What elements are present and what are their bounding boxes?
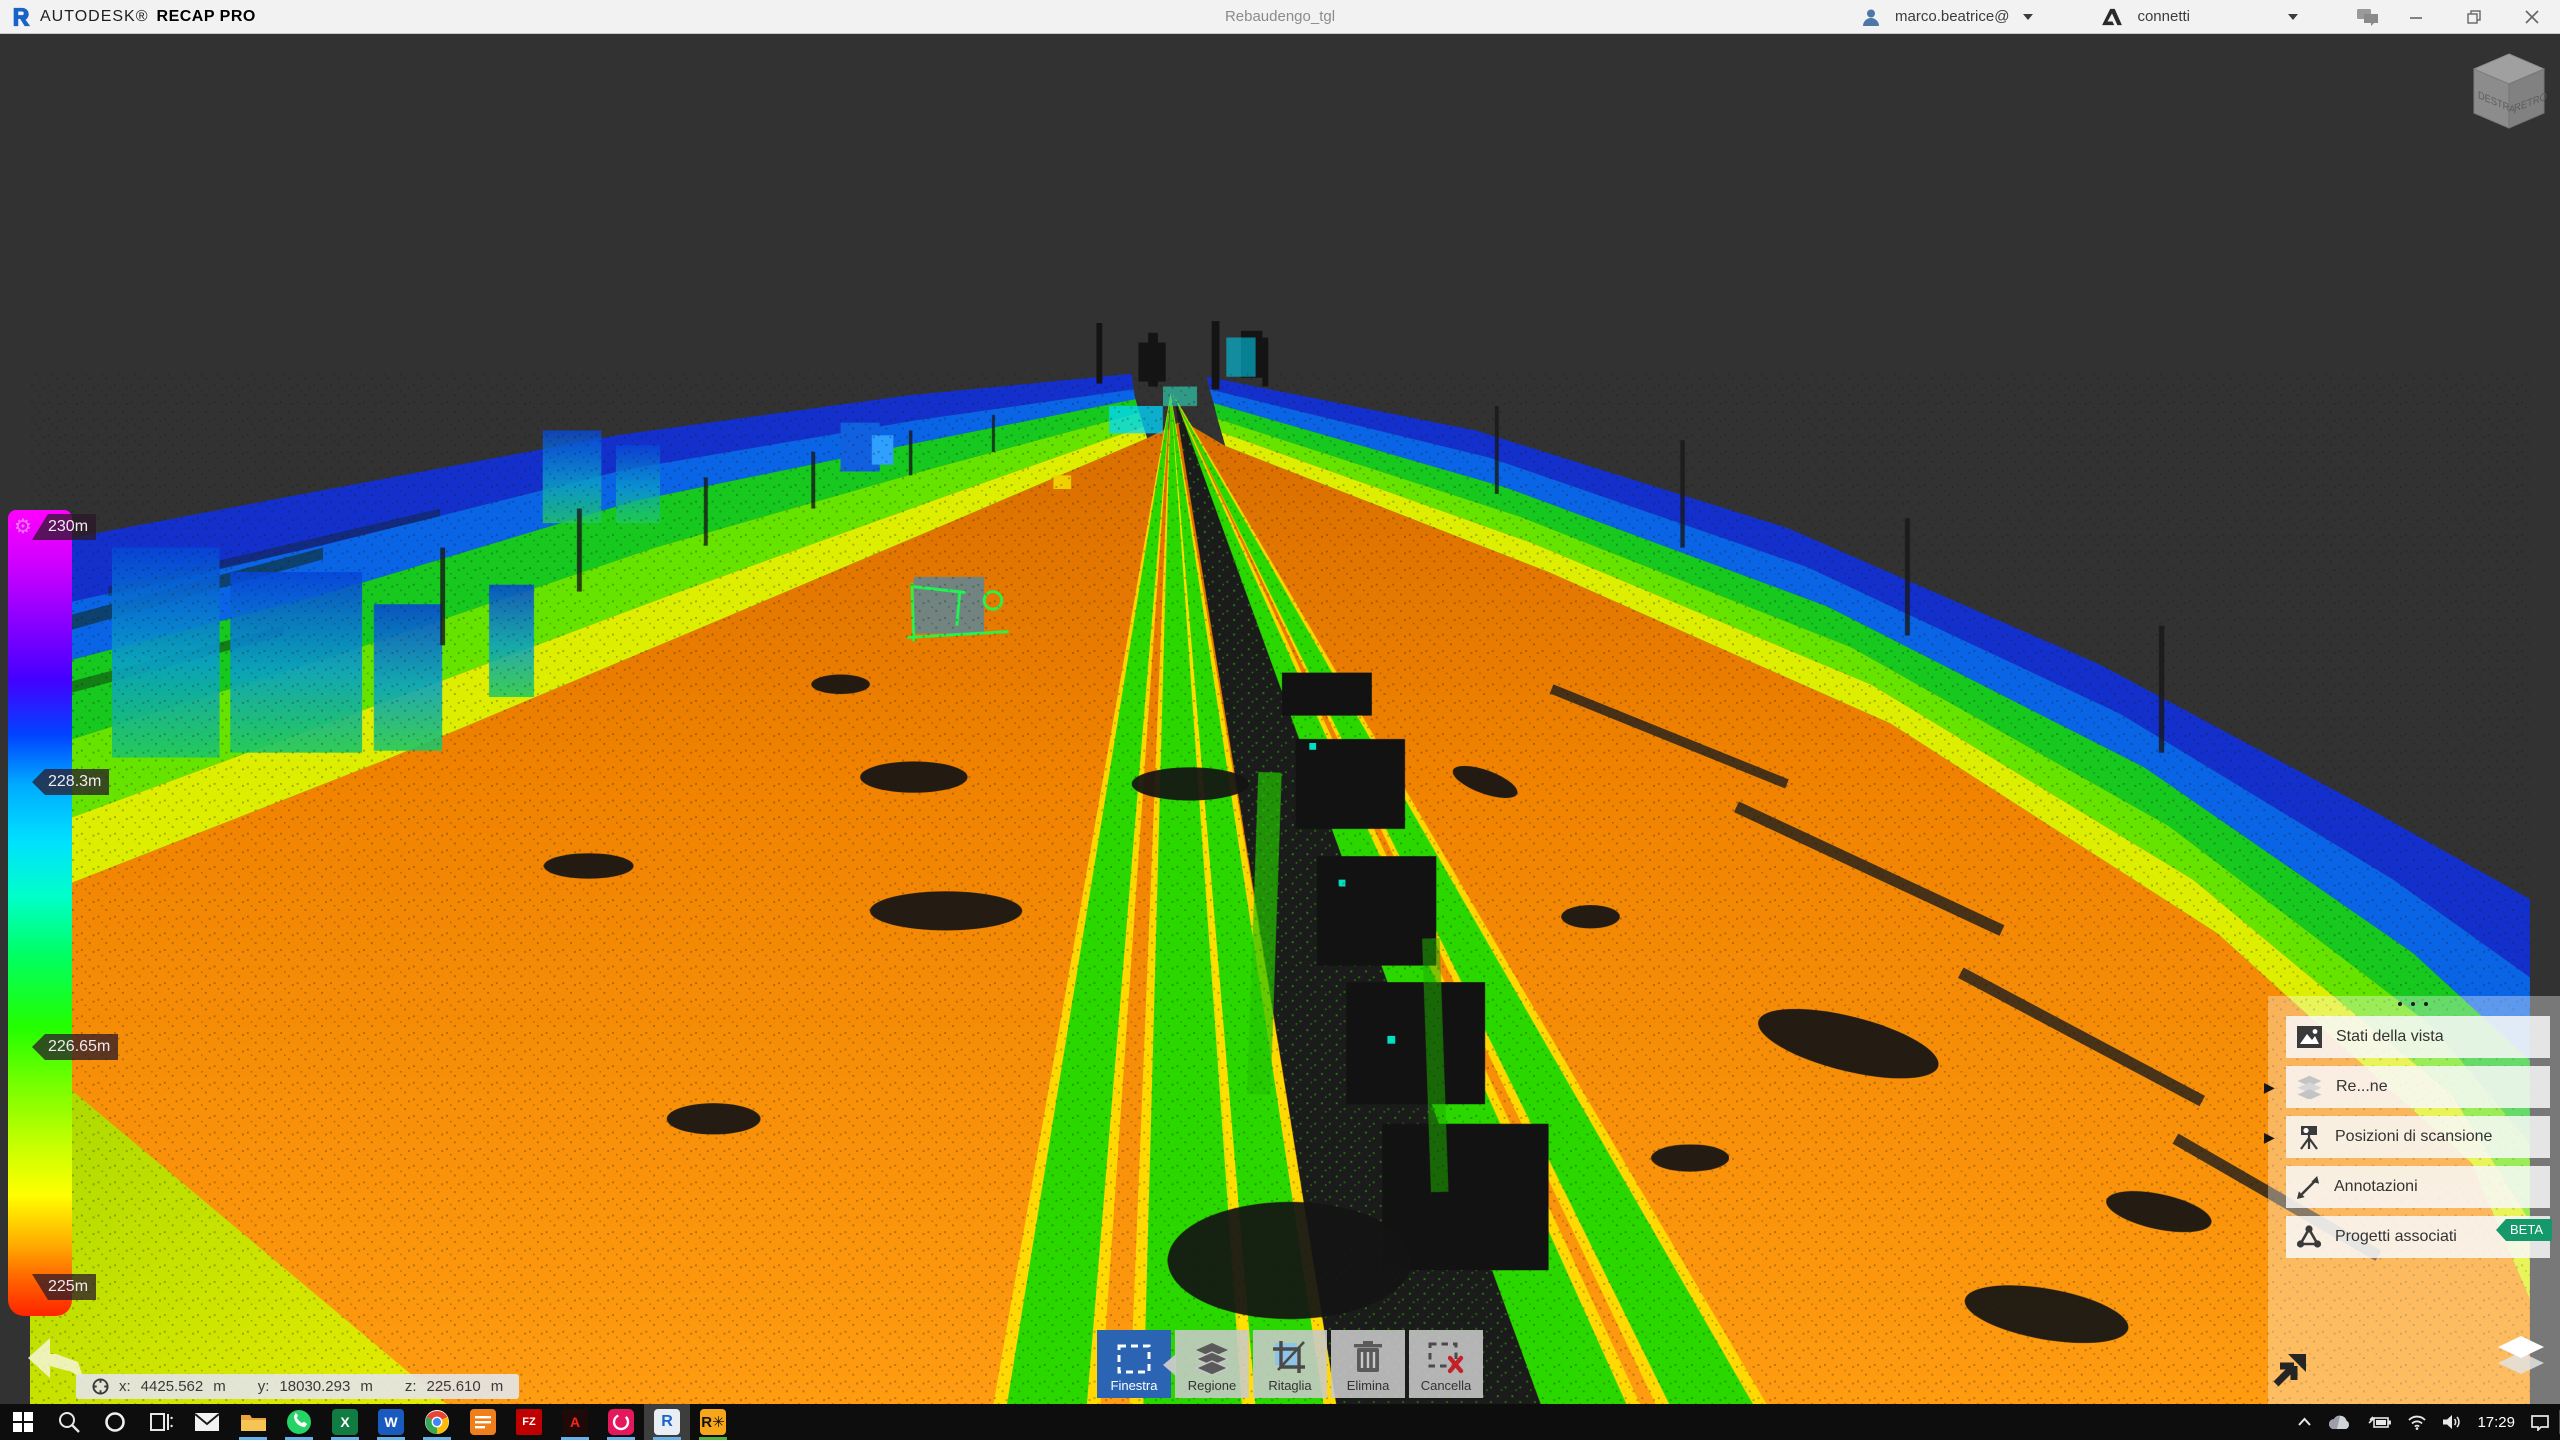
elevation-scale-bar[interactable]: ⚙ 230m 228.3m 226.65m 225m	[8, 510, 72, 1316]
restore-button[interactable]	[2452, 0, 2496, 33]
battery-icon[interactable]	[2366, 1415, 2392, 1430]
onedrive-icon[interactable]	[2327, 1414, 2351, 1430]
scale-handle-lower[interactable]: 226.65m	[32, 1034, 118, 1060]
viewport-3d[interactable]	[0, 33, 2560, 1404]
layers-widget-button[interactable]	[2494, 1332, 2548, 1380]
scale-settings-gear-icon[interactable]: ⚙	[14, 514, 32, 539]
beta-badge: BETA	[2496, 1219, 2552, 1241]
layers-icon	[1194, 1342, 1230, 1374]
compass-coords-icon	[92, 1378, 109, 1395]
connect-dropdown-caret[interactable]	[2288, 14, 2298, 20]
y-value: 18030.293	[279, 1378, 350, 1395]
windows-taskbar: X W FZ A R R✳ 17:29	[0, 1404, 2560, 1440]
panel-item-scan-locations[interactable]: ▶ Posizioni di scansione	[2286, 1116, 2550, 1158]
scale-label-bottom: 225m	[32, 1274, 96, 1300]
task-view-button[interactable]	[138, 1404, 184, 1440]
point-cloud-render	[0, 33, 2560, 1404]
regions-layers-icon	[2296, 1075, 2323, 1099]
minimize-button[interactable]	[2394, 0, 2438, 33]
expand-arrow-icon[interactable]: ▶	[2264, 1079, 2275, 1096]
user-avatar-icon	[1861, 7, 1881, 27]
expand-arrow-icon[interactable]: ▶	[2264, 1129, 2275, 1146]
linked-projects-icon	[2296, 1224, 2322, 1250]
scan-tripod-icon	[2296, 1124, 2322, 1150]
annotation-measure-icon	[2296, 1175, 2321, 1200]
taskbar-clock[interactable]: 17:29	[2477, 1414, 2515, 1431]
scale-label-top: 230m	[32, 514, 96, 540]
regione-button[interactable]: Regione	[1175, 1330, 1249, 1398]
whatsapp-icon[interactable]	[276, 1404, 322, 1440]
right-panel: Stati della vista ▶ Re...ne ▶ Posizioni …	[2286, 1016, 2550, 1266]
elimina-button[interactable]: Elimina	[1331, 1330, 1405, 1398]
brand-product: RECAP PRO	[157, 8, 256, 26]
z-value: 225.610	[427, 1378, 481, 1395]
title-bar: AUTODESK® RECAP PRO Rebaudengo_tgl marco…	[0, 0, 2560, 34]
taskbar-search-button[interactable]	[46, 1404, 92, 1440]
autodesk-a-icon	[2101, 8, 2123, 26]
account-user[interactable]: marco.beatrice@	[1895, 8, 2009, 25]
crop-icon	[1272, 1340, 1308, 1374]
scale-handle-upper[interactable]: 228.3m	[32, 769, 109, 795]
rockstar-icon[interactable]: R✳	[690, 1404, 736, 1440]
x-label: x:	[119, 1378, 131, 1395]
y-unit: m	[360, 1378, 373, 1395]
notes-app-icon[interactable]	[460, 1404, 506, 1440]
start-button[interactable]	[0, 1404, 46, 1440]
volume-icon[interactable]	[2442, 1414, 2462, 1430]
cancella-button[interactable]: Cancella	[1409, 1330, 1483, 1398]
app-brand: AUTODESK® RECAP PRO	[10, 0, 256, 33]
wifi-icon[interactable]	[2407, 1415, 2427, 1430]
action-center-icon[interactable]	[2530, 1414, 2550, 1431]
acrobat-icon[interactable]: A	[552, 1404, 598, 1440]
recap-pro-taskbar-icon[interactable]: R	[644, 1404, 690, 1440]
clear-selection-icon	[1428, 1342, 1464, 1374]
expand-panel-arrow-button[interactable]	[2270, 1350, 2310, 1390]
panel-item-view-states[interactable]: Stati della vista	[2286, 1016, 2550, 1058]
x-unit: m	[213, 1378, 226, 1395]
panel-item-linked-projects[interactable]: Progetti associati BETA	[2286, 1216, 2550, 1258]
excel-icon[interactable]: X	[322, 1404, 368, 1440]
finestra-button[interactable]: Finestra	[1097, 1330, 1171, 1398]
brand-autodesk: AUTODESK®	[40, 8, 149, 26]
view-cube[interactable]: DESTRA RETRO	[2462, 46, 2556, 140]
cortana-button[interactable]	[92, 1404, 138, 1440]
hidden-icons-chevron[interactable]	[2297, 1416, 2312, 1428]
system-tray: 17:29	[2297, 1404, 2550, 1440]
ritaglia-button[interactable]: Ritaglia	[1253, 1330, 1327, 1398]
account-dropdown-caret[interactable]	[2023, 14, 2033, 20]
filezilla-icon[interactable]: FZ	[506, 1404, 552, 1440]
word-icon[interactable]: W	[368, 1404, 414, 1440]
recap-logo-icon	[10, 6, 32, 28]
close-button[interactable]	[2510, 0, 2554, 33]
panel-item-annotations[interactable]: Annotazioni	[2286, 1166, 2550, 1208]
trash-icon	[1353, 1340, 1383, 1374]
selection-toolbar: Finestra Regione Ritaglia Elimina Canc	[1097, 1330, 1483, 1398]
selection-window-icon	[1117, 1344, 1151, 1374]
panel-drag-handle[interactable]	[2398, 1002, 2428, 1006]
recap-photo-icon[interactable]	[598, 1404, 644, 1440]
view-states-icon	[2296, 1025, 2323, 1049]
connect-label[interactable]: connetti	[2137, 8, 2190, 25]
feedback-chat-icon[interactable]	[2356, 7, 2380, 27]
file-explorer-icon[interactable]	[230, 1404, 276, 1440]
flyout-notch-icon	[1163, 1354, 1176, 1376]
z-label: z:	[405, 1378, 417, 1395]
z-unit: m	[491, 1378, 504, 1395]
coordinates-readout: x: 4425.562 m y: 18030.293 m z: 225.610 …	[76, 1374, 519, 1399]
x-value: 4425.562	[141, 1378, 204, 1395]
mail-app-icon[interactable]	[184, 1404, 230, 1440]
y-label: y:	[258, 1378, 270, 1395]
chrome-icon[interactable]	[414, 1404, 460, 1440]
panel-item-regions[interactable]: ▶ Re...ne	[2286, 1066, 2550, 1108]
